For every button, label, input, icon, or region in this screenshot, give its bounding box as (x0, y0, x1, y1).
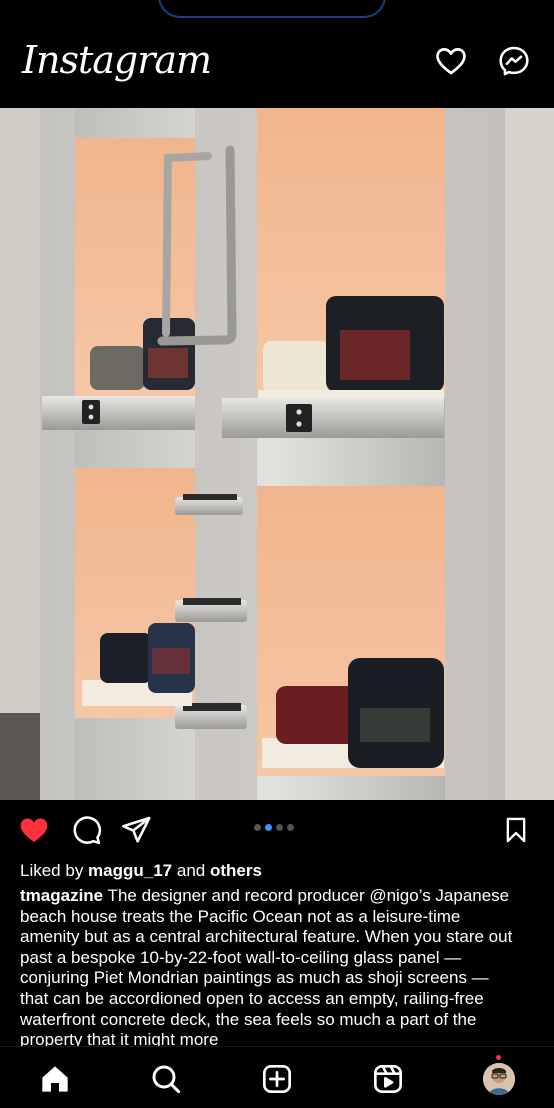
create-icon[interactable] (261, 1063, 293, 1095)
messenger-icon[interactable] (497, 44, 531, 78)
caption-text: The designer and record producer @nigo’s… (20, 886, 513, 1048)
likes-others-link[interactable]: others (210, 861, 262, 880)
search-icon[interactable] (150, 1063, 182, 1095)
reels-icon[interactable] (372, 1063, 404, 1095)
carousel-dot (254, 824, 261, 831)
carousel-indicator (254, 824, 294, 834)
likes-summary[interactable]: Liked by maggu_17 and others (20, 861, 262, 881)
post-image[interactable] (0, 108, 554, 800)
share-icon[interactable] (120, 814, 152, 846)
liked-by-username[interactable]: maggu_17 (88, 861, 172, 880)
carousel-dot (287, 824, 294, 831)
carousel-dot-active (265, 824, 272, 831)
post-actions-bar (0, 808, 554, 852)
save-bookmark-icon[interactable] (502, 814, 530, 846)
heart-icon[interactable] (434, 44, 468, 78)
profile-avatar[interactable] (483, 1063, 515, 1095)
instagram-logo[interactable]: Instagram (22, 38, 212, 82)
app-header: Instagram (0, 18, 554, 108)
dynamic-island-outline (158, 0, 386, 18)
like-heart-icon[interactable] (18, 814, 50, 846)
bottom-tab-bar (0, 1046, 554, 1108)
home-icon[interactable] (39, 1063, 71, 1095)
likes-middle: and (172, 861, 210, 880)
comment-icon[interactable] (70, 814, 102, 846)
caption-author[interactable]: tmagazine (20, 886, 103, 905)
post-caption: tmagazine The designer and record produc… (20, 886, 520, 1048)
likes-prefix: Liked by (20, 861, 89, 880)
carousel-dot (276, 824, 283, 831)
profile-notification-dot (496, 1055, 501, 1060)
